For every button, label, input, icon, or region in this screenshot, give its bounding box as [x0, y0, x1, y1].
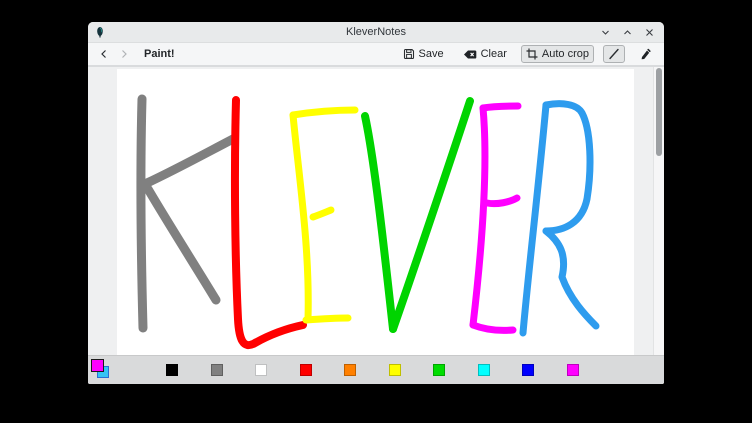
color-swatch-white[interactable]	[255, 364, 267, 376]
forward-button[interactable]	[116, 46, 132, 62]
clear-label: Clear	[481, 48, 507, 60]
current-color-indicator[interactable]	[91, 359, 112, 380]
stroke-letter-K	[147, 139, 233, 183]
color-swatch-magenta[interactable]	[567, 364, 579, 376]
auto-crop-button[interactable]: Auto crop	[521, 45, 594, 63]
marker-pen-icon	[639, 48, 651, 60]
page-title: Paint!	[144, 48, 175, 60]
swatch-row	[88, 364, 579, 376]
color-swatch-blue[interactable]	[522, 364, 534, 376]
save-label: Save	[419, 48, 444, 60]
paint-canvas[interactable]	[117, 69, 634, 359]
stroke-letter-K	[141, 99, 143, 328]
stroke-letter-E	[293, 110, 355, 115]
stroke-letter-E	[293, 115, 308, 319]
close-button[interactable]	[643, 26, 656, 39]
content-area	[88, 67, 664, 355]
toolbar-right: Save Clear Auto crop	[398, 45, 656, 63]
stroke-letter-E2	[473, 325, 513, 330]
save-button[interactable]: Save	[398, 45, 449, 63]
toolbar: Paint! Save Clear	[88, 43, 664, 67]
color-swatch-red[interactable]	[300, 364, 312, 376]
maximize-button[interactable]	[621, 26, 634, 39]
stroke-letter-E	[313, 210, 331, 217]
back-button[interactable]	[96, 46, 112, 62]
app-icon	[94, 26, 106, 38]
stroke-letter-R	[523, 105, 546, 333]
close-icon	[645, 28, 654, 37]
auto-crop-label: Auto crop	[542, 48, 589, 60]
stroke-letter-E2	[473, 108, 485, 325]
color-swatch-cyan[interactable]	[478, 364, 490, 376]
save-icon	[403, 48, 415, 60]
titlebar[interactable]: KleverNotes	[88, 22, 664, 43]
stroke-letter-E2	[483, 106, 518, 108]
clear-button[interactable]: Clear	[458, 45, 512, 63]
pen-line-icon	[608, 48, 620, 60]
stroke-letter-E2	[487, 198, 517, 204]
toolbar-left: Paint!	[96, 46, 175, 62]
chevron-left-icon	[99, 49, 109, 59]
draw-tool-button[interactable]	[603, 45, 625, 63]
color-swatch-gray[interactable]	[211, 364, 223, 376]
drawing-klever	[117, 69, 634, 359]
window-controls	[599, 22, 656, 42]
chevron-up-icon	[623, 28, 632, 37]
chevron-right-icon	[119, 49, 129, 59]
stroke-letter-R	[546, 104, 590, 231]
stroke-letter-K	[148, 189, 216, 300]
minimize-button[interactable]	[599, 26, 612, 39]
color-swatch-black[interactable]	[166, 364, 178, 376]
clear-icon	[463, 49, 477, 60]
stroke-letter-V	[365, 116, 393, 329]
color-swatch-orange[interactable]	[344, 364, 356, 376]
vertical-scrollbar[interactable]	[653, 67, 664, 355]
crop-icon	[526, 48, 538, 60]
chevron-down-icon	[601, 28, 610, 37]
klevernotes-window: KleverNotes	[88, 22, 664, 384]
desktop-background: { "titlebar": { "title": "KleverNotes" }…	[0, 0, 752, 423]
marker-tool-button[interactable]	[634, 45, 656, 63]
color-swatch-green[interactable]	[433, 364, 445, 376]
stroke-letter-V	[393, 101, 470, 329]
scrollbar-thumb[interactable]	[656, 68, 662, 156]
foreground-color-swatch	[91, 359, 104, 372]
color-swatch-yellow[interactable]	[389, 364, 401, 376]
stroke-letter-R	[546, 231, 596, 326]
stroke-letter-E	[306, 318, 348, 320]
color-palette-bar	[88, 355, 664, 384]
window-title: KleverNotes	[88, 26, 664, 38]
